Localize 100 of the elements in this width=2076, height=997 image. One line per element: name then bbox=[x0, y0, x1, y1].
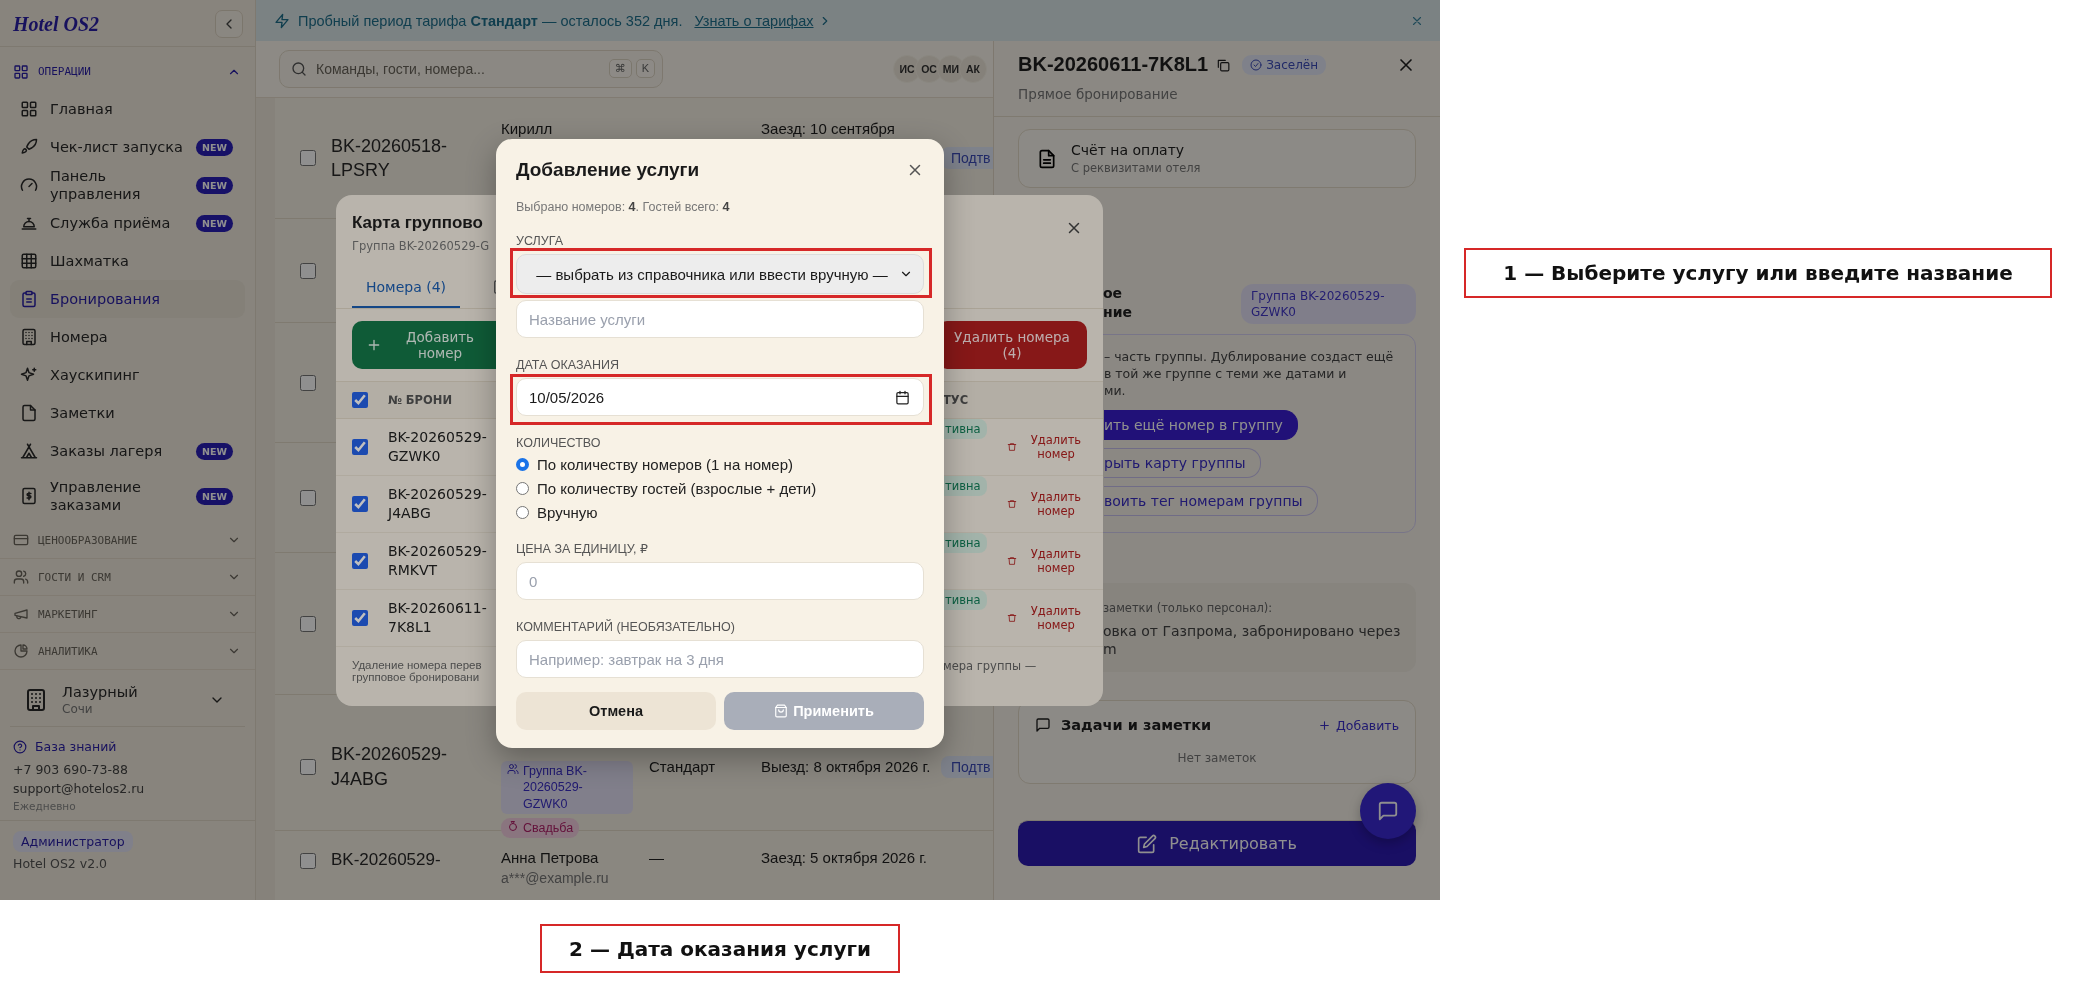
dialog-note: Удаление номера перев групповое бронировани bbox=[352, 659, 482, 683]
nav-section-header[interactable]: АНАЛИТИКА bbox=[0, 633, 255, 670]
row-checkbox[interactable] bbox=[300, 489, 316, 506]
file-icon bbox=[20, 404, 38, 422]
trash-icon bbox=[1007, 442, 1017, 452]
tasks-title: Задачи и заметки bbox=[1061, 717, 1212, 734]
user-avatar[interactable]: АК bbox=[959, 55, 987, 83]
status-badge: Подтв bbox=[941, 147, 993, 169]
row-checkbox[interactable] bbox=[300, 758, 316, 775]
nav-item[interactable]: Хаускипинг bbox=[10, 356, 245, 394]
group-info-text: – часть группы. Дублирование создаст ещё в той же группе с теми же датами и ми. bbox=[1104, 349, 1394, 400]
gauge-icon bbox=[20, 176, 38, 194]
nav-section-header[interactable]: МАРКЕТИНГ bbox=[0, 596, 255, 633]
delete-room-link[interactable]: Удалить номер bbox=[1007, 547, 1087, 575]
room-type: — bbox=[649, 849, 665, 866]
new-badge: NEW bbox=[196, 138, 233, 156]
users-icon bbox=[13, 569, 29, 585]
nav-item[interactable]: Бронирования bbox=[10, 280, 245, 318]
document-icon bbox=[1037, 148, 1057, 169]
field-label: ЦЕНА ЗА ЕДИНИЦУ, ₽ bbox=[516, 541, 649, 556]
service-name-field[interactable]: Название услуги bbox=[516, 300, 924, 338]
add-task-link[interactable]: Добавить bbox=[1318, 717, 1399, 733]
status-badge: Заселён bbox=[1242, 54, 1327, 75]
stay-dates: Выезд: 8 октября 2026 г. bbox=[761, 758, 932, 775]
group-action-button[interactable]: рыть карту группы bbox=[1104, 448, 1261, 478]
nav-item[interactable]: Панель управления NEW bbox=[10, 166, 245, 204]
status-badge: тивна bbox=[943, 590, 987, 610]
search-icon bbox=[291, 61, 307, 77]
date-field[interactable]: 10/05/2026 bbox=[516, 378, 924, 416]
field-label: КОЛИЧЕСТВО bbox=[516, 436, 602, 450]
booking-source: Прямое бронирование bbox=[1018, 86, 1179, 102]
row-checkbox[interactable] bbox=[300, 262, 316, 279]
tab[interactable]: Номера (4) bbox=[352, 275, 460, 308]
price-field[interactable]: 0 bbox=[516, 562, 924, 600]
nav-item[interactable]: Чек-лист запуска NEW bbox=[10, 128, 245, 166]
sparkles-icon bbox=[20, 366, 38, 384]
radio-label: По количеству номеров (1 на номер) bbox=[537, 456, 794, 473]
group-action-button[interactable]: воить тег номерам группы bbox=[1104, 486, 1318, 516]
status-badge: Подтв bbox=[941, 755, 993, 778]
comment-field[interactable]: Например: завтрак на 3 дня bbox=[516, 640, 924, 678]
row-checkbox[interactable] bbox=[300, 615, 316, 632]
radio-button[interactable] bbox=[516, 506, 529, 519]
nav-section-header[interactable]: ГОСТИ И CRM bbox=[0, 559, 255, 596]
group-action-button[interactable]: ить ещё номер в группу bbox=[1104, 410, 1298, 440]
booking-id: BK-20260529-GZWK0 bbox=[388, 428, 488, 466]
dollar-receipt-icon bbox=[20, 487, 38, 505]
grid-icon bbox=[20, 100, 38, 118]
row-checkbox[interactable] bbox=[300, 150, 316, 166]
message-icon bbox=[1377, 800, 1399, 822]
hotel-switcher[interactable]: Лазурный Сочи bbox=[10, 676, 245, 727]
plans-link[interactable]: Узнать о тарифах bbox=[694, 12, 832, 29]
table-grid-icon bbox=[20, 252, 38, 270]
nav-item[interactable]: Главная bbox=[10, 90, 245, 128]
guest-email: a***@example.ru bbox=[501, 870, 610, 886]
row-checkbox[interactable] bbox=[352, 553, 368, 569]
nav-section-header[interactable]: ОПЕРАЦИИ bbox=[0, 53, 255, 90]
check-circle-icon bbox=[1250, 58, 1263, 71]
section-heading: ое ние bbox=[1103, 284, 1132, 322]
guest-name: Кирилл bbox=[501, 120, 554, 137]
nav-section-header[interactable]: ЦЕНООБРАЗОВАНИЕ bbox=[0, 522, 255, 559]
notes-label: заметки (только персонал): bbox=[1103, 601, 1273, 615]
annotation-label: 2 — Дата оказания услуги bbox=[540, 924, 900, 973]
building-icon bbox=[20, 328, 38, 346]
new-badge: NEW bbox=[196, 214, 233, 232]
support-hours: Ежедневно bbox=[13, 800, 77, 812]
help-icon bbox=[13, 739, 27, 754]
room-type: Стандарт bbox=[649, 758, 717, 775]
nav-item[interactable]: Номера bbox=[10, 318, 245, 356]
nav-item[interactable]: Заметки bbox=[10, 394, 245, 432]
cancel-button[interactable]: Отмена bbox=[516, 692, 716, 730]
row-checkbox[interactable] bbox=[352, 610, 368, 626]
nav-item[interactable]: Шахматка bbox=[10, 242, 245, 280]
row-checkbox[interactable] bbox=[352, 496, 368, 512]
knowledge-base-link[interactable]: База знаний bbox=[13, 739, 242, 754]
trash-icon bbox=[1007, 613, 1017, 623]
nav-item[interactable]: Заказы лагеря NEW bbox=[10, 432, 245, 470]
row-checkbox[interactable] bbox=[300, 853, 316, 869]
chat-button[interactable] bbox=[1360, 783, 1416, 839]
group-tag: Группа BK-20260529-GZWK0 bbox=[501, 761, 633, 814]
row-checkbox[interactable] bbox=[300, 374, 316, 391]
invoice-card[interactable]: Счёт на оплату С реквизитами отеля bbox=[1018, 129, 1416, 188]
plus-icon bbox=[1318, 718, 1332, 732]
edit-button[interactable]: Редактировать bbox=[1018, 820, 1416, 867]
radio-button[interactable] bbox=[516, 458, 529, 471]
calendar-icon bbox=[895, 390, 910, 405]
select-all-checkbox[interactable] bbox=[352, 392, 368, 408]
radio-button[interactable] bbox=[516, 482, 529, 495]
delete-room-link[interactable]: Удалить номер bbox=[1007, 604, 1087, 632]
edit-icon bbox=[1137, 833, 1158, 854]
nav-item[interactable]: Управление заказами NEW bbox=[10, 470, 245, 522]
row-checkbox[interactable] bbox=[352, 439, 368, 455]
booking-id: BK-20260529-J4ABG bbox=[331, 743, 449, 791]
column-header: ТУС bbox=[943, 393, 970, 407]
service-select[interactable]: — выбрать из справочника или ввести вручную — bbox=[516, 254, 924, 294]
booking-id: BK-20260611-7K8L1 bbox=[388, 599, 488, 637]
delete-room-link[interactable]: Удалить номер bbox=[1007, 490, 1087, 518]
delete-room-link[interactable]: Удалить номер bbox=[1007, 433, 1087, 461]
stay-dates: Заезд: 5 октября 2026 г. bbox=[761, 849, 929, 866]
nav-item[interactable]: Служба приёма NEW bbox=[10, 204, 245, 242]
collapse-button[interactable] bbox=[215, 10, 243, 38]
